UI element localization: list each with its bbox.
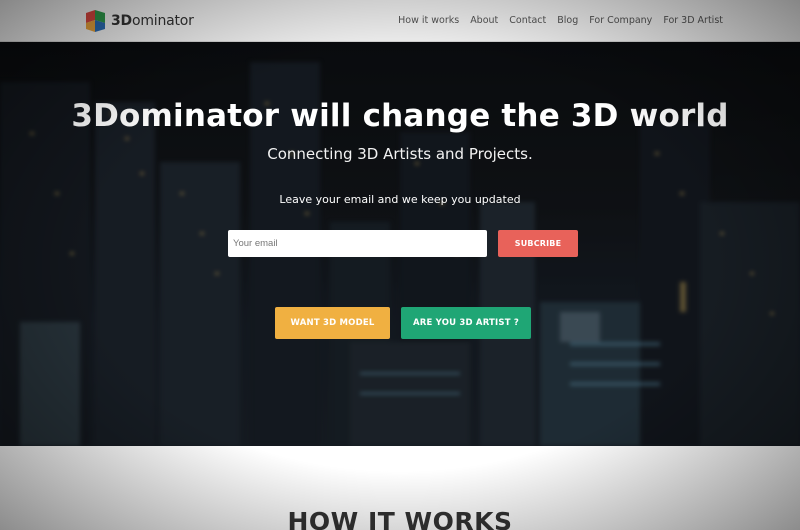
hero-section: 3Dominator will change the 3D world Conn…: [0, 42, 800, 446]
want-3d-model-button[interactable]: WANT 3D MODEL: [275, 307, 390, 339]
how-it-works-section: HOW IT WORKS: [0, 446, 800, 530]
brand-name-prefix: 3D: [111, 12, 132, 29]
newsletter-note: Leave your email and we keep you updated: [279, 193, 521, 206]
nav-for-company[interactable]: For Company: [589, 15, 652, 26]
section-title: HOW IT WORKS: [287, 507, 513, 530]
nav-contact[interactable]: Contact: [509, 15, 546, 26]
site-header: 3Dominator How it works About Contact Bl…: [0, 0, 800, 42]
nav-how-it-works[interactable]: How it works: [398, 15, 459, 26]
nav-for-3d-artist[interactable]: For 3D Artist: [663, 15, 723, 26]
logo-link[interactable]: 3Dominator: [83, 8, 194, 34]
subscribe-button[interactable]: SUBCRIBE: [498, 230, 578, 257]
cube-logo-icon: [86, 9, 105, 32]
nav-blog[interactable]: Blog: [557, 15, 578, 26]
hero-title: 3Dominator will change the 3D world: [71, 98, 729, 134]
brand-name: 3Dominator: [111, 13, 194, 29]
are-you-3d-artist-button[interactable]: ARE YOU 3D ARTIST ?: [401, 307, 531, 339]
brand-name-rest: ominator: [131, 12, 194, 29]
hero-subtitle: Connecting 3D Artists and Projects.: [267, 145, 533, 163]
nav-about[interactable]: About: [470, 15, 498, 26]
email-input[interactable]: [228, 230, 487, 257]
main-nav: How it works About Contact Blog For Comp…: [387, 15, 723, 26]
